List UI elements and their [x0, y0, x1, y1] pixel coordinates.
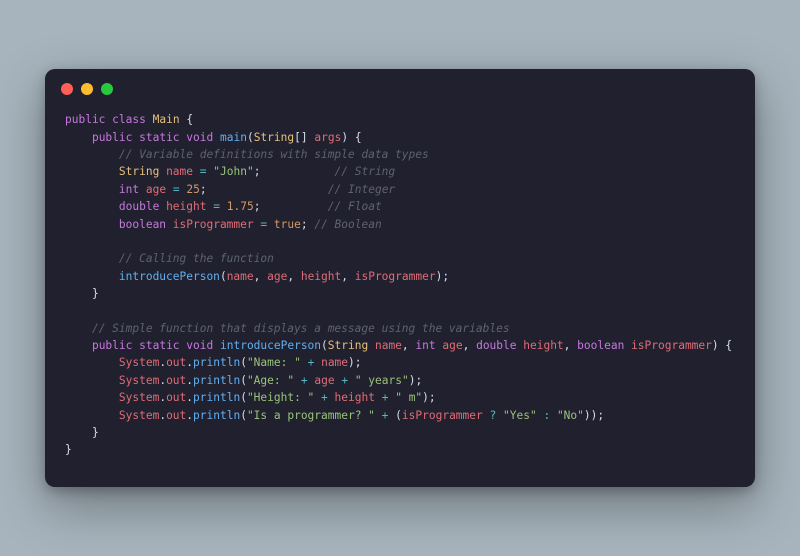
comment: // Simple function that displays a messa… [92, 322, 510, 335]
minimize-icon[interactable] [81, 83, 93, 95]
class-main: Main [153, 113, 180, 126]
code-block: public class Main { public static void m… [45, 99, 755, 486]
comment: // Calling the function [119, 252, 274, 265]
fn-main: main [220, 131, 247, 144]
kw-public: public [65, 113, 105, 126]
comment: // Variable definitions with simple data… [119, 148, 429, 161]
kw-class: class [112, 113, 146, 126]
fn-introduce: introducePerson [220, 339, 321, 352]
code-window: public class Main { public static void m… [45, 69, 755, 486]
fn-call: introducePerson [119, 270, 220, 283]
close-icon[interactable] [61, 83, 73, 95]
zoom-icon[interactable] [101, 83, 113, 95]
window-titlebar [45, 69, 755, 99]
